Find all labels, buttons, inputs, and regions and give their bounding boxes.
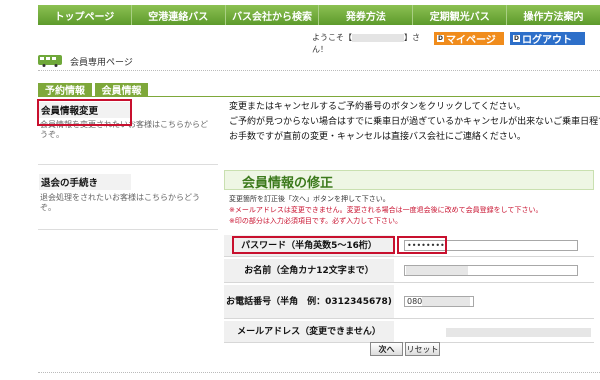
footer-divider: [38, 372, 600, 373]
reset-button[interactable]: リセット: [405, 342, 440, 356]
form-notes: 変更箇所を訂正後「次へ」ボタンを押して下さい。 ※メールアドレスは変更できません…: [229, 194, 594, 227]
email-redacted: [446, 328, 591, 337]
highlight-box-password-input: [397, 236, 447, 254]
sidebar-divider: [38, 229, 218, 230]
username-redacted: [352, 33, 404, 42]
phone-redacted: [422, 297, 470, 306]
top-nav: トップページ 空港連絡バス バス会社から検索 発券方法 定期観光バス 操作方法案…: [38, 5, 600, 25]
bus-icon: [38, 55, 62, 67]
form-title: 会員情報の修正: [242, 176, 334, 191]
square-bullet-icon: D: [513, 35, 520, 42]
tab-member-info[interactable]: 会員情報: [95, 83, 148, 97]
mypage-label: マイページ: [446, 35, 496, 46]
instructions: 変更またはキャンセルするご予約番号のボタンをクリックしてください。 ご予約が見つ…: [229, 100, 600, 145]
page-title: 会員専用ページ: [70, 58, 133, 68]
logout-label: ログアウト: [522, 35, 572, 46]
square-bullet-icon: D: [437, 35, 444, 42]
instruction-line: 変更またはキャンセルするご予約番号のボタンをクリックしてください。: [229, 102, 526, 112]
logout-button[interactable]: D ログアウト: [510, 32, 585, 46]
header-divider: [38, 70, 600, 71]
mypage-button[interactable]: D マイページ: [434, 32, 504, 46]
welcome-prefix: ようこそ【: [312, 33, 352, 42]
sidebar-item-withdraw[interactable]: 退会の手続き: [39, 174, 131, 190]
sidebar-divider: [38, 164, 218, 165]
nav-item-top[interactable]: トップページ: [38, 5, 132, 25]
instruction-line: お手数ですが直前の変更・キャンセルは直接バス会社にご連絡ください。: [229, 132, 526, 142]
highlight-box-member-edit: [37, 99, 132, 126]
tab-reservation-info[interactable]: 予約情報: [38, 83, 92, 97]
tab-underline: [38, 96, 600, 97]
highlight-box-password-label: [232, 236, 395, 254]
phone-label: お電話番号（半角 例：0312345678): [224, 285, 394, 318]
nav-item-airport-bus[interactable]: 空港連絡バス: [131, 5, 226, 25]
nav-item-ticketing[interactable]: 発券方法: [319, 5, 414, 25]
sidebar-withdraw-desc: 退会処理をされたいお客様はこちらからどうぞ。: [40, 193, 200, 212]
form-row-name: お名前（全角カナ12文字まで）: [224, 259, 594, 283]
form-note: 変更箇所を訂正後「次へ」ボタンを押して下さい。: [229, 195, 390, 203]
instruction-line: ご予約が見つからない場合はすでに乗車日が過ぎているかキャンセルが出来ないご乗車日…: [229, 117, 600, 127]
name-label: お名前（全角カナ12文字まで）: [224, 259, 394, 282]
welcome-text: ようこそ【 】さん！: [312, 32, 432, 56]
next-button[interactable]: 次へ: [370, 342, 403, 356]
nav-item-search-by-company[interactable]: バス会社から検索: [225, 5, 320, 25]
nav-item-help[interactable]: 操作方法案内: [507, 5, 600, 25]
nav-item-sightseeing-bus[interactable]: 定期観光バス: [413, 5, 508, 25]
form-note-warning: ※メールアドレスは変更できません。変更される場合は一度退会後に改めて会員登録をし…: [229, 206, 543, 214]
form-note-required: ※印の部分は入力必須項目です。必ず入力して下さい。: [229, 217, 402, 225]
form-row-email: メールアドレス（変更できません）: [224, 321, 594, 343]
email-label: メールアドレス（変更できません）: [224, 321, 394, 342]
form-row-phone: お電話番号（半角 例：0312345678) 080: [224, 285, 594, 319]
name-redacted: [406, 266, 468, 275]
